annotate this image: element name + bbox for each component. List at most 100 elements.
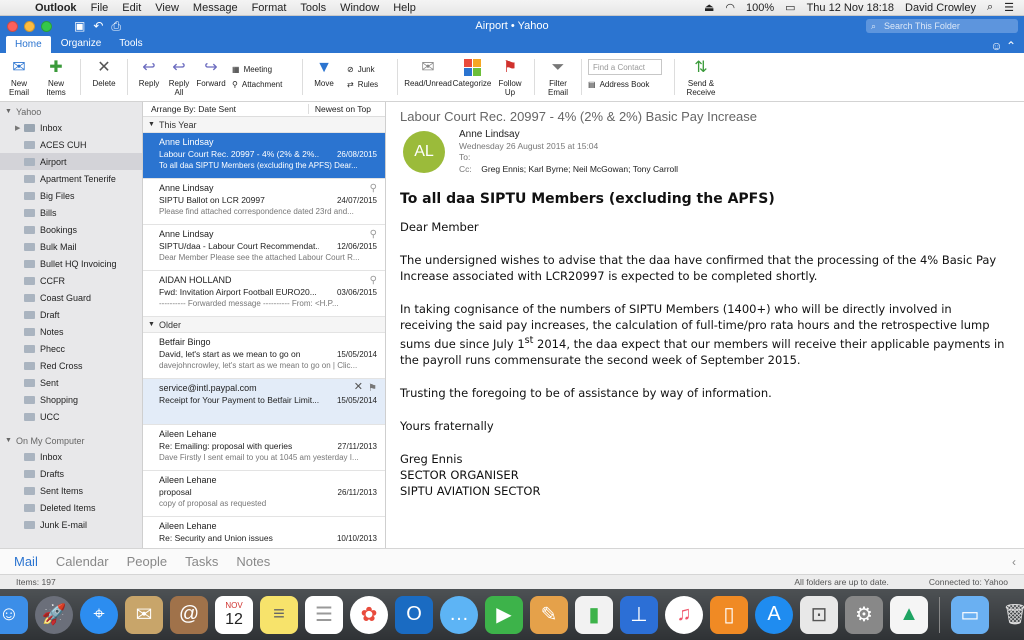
local-folder-drafts[interactable]: Drafts [0, 465, 142, 482]
move-button[interactable]: ▼ Move [309, 53, 339, 101]
safari-icon[interactable]: ⌖ [80, 595, 118, 634]
filter-email-button[interactable]: ⏷ Filter Email [541, 53, 575, 101]
calendar-icon[interactable]: NOV 12 [215, 595, 253, 634]
meeting-button[interactable]: ▦ Meeting [232, 65, 296, 74]
folder-aces-cuh[interactable]: ACES CUH [0, 136, 142, 153]
read-unread-button[interactable]: ✉ Read/Unread [404, 53, 452, 101]
outlook-icon[interactable]: O [395, 595, 433, 634]
launchpad-icon[interactable]: 🚀 [35, 595, 73, 634]
photos-icon[interactable]: ✿ [350, 595, 388, 634]
new-items-button[interactable]: ✚ New Items [38, 53, 74, 101]
numbers-icon[interactable]: ▮ [575, 595, 613, 634]
folder-ucc[interactable]: UCC [0, 408, 142, 425]
folder-draft[interactable]: Draft [0, 306, 142, 323]
wifi-icon[interactable]: ◠ [725, 1, 735, 14]
system-preferences-icon[interactable]: ⚙ [845, 595, 883, 634]
local-folder-deleted-items[interactable]: Deleted Items [0, 499, 142, 516]
preview-icon[interactable]: ⊡ [800, 595, 838, 634]
flag-icon[interactable]: ⚑ [368, 383, 377, 395]
disclosure-triangle-icon[interactable]: ▼ [5, 437, 12, 444]
new-email-button[interactable]: ✉ New Email [0, 53, 38, 101]
message-row[interactable]: ⚲ Anne Lindsay SIPTU/daa - Labour Court … [143, 225, 385, 271]
disclosure-triangle-icon[interactable]: ▼ [148, 321, 155, 328]
mail-stamp-icon[interactable]: ✉ [125, 595, 163, 634]
address-book-button[interactable]: ▤ Address Book [588, 80, 668, 89]
menu-window[interactable]: Window [340, 2, 379, 14]
account-header[interactable]: ▼ Yahoo [0, 102, 142, 119]
rules-button[interactable]: ⇄ Rules [347, 80, 391, 89]
message-row[interactable]: Anne Lindsay Labour Court Rec. 20997 - 4… [143, 133, 385, 179]
nav-people[interactable]: People [127, 554, 167, 569]
messages-icon[interactable]: … [440, 595, 478, 634]
pages-icon[interactable]: ✎ [530, 595, 568, 634]
find-contact-input[interactable]: Find a Contact [588, 59, 662, 75]
feedback-smiley-icon[interactable]: ☺ ⌃ [990, 39, 1024, 53]
disclosure-triangle-icon[interactable]: ▼ [5, 108, 12, 115]
eject-icon[interactable]: ⏏ [704, 1, 714, 14]
menu-clock[interactable]: Thu 12 Nov 18:18 [807, 2, 894, 14]
nav-tasks[interactable]: Tasks [185, 554, 218, 569]
google-drive-icon[interactable]: ▲ [890, 595, 928, 634]
reply-button[interactable]: ↩ Reply [134, 53, 164, 101]
nav-mail[interactable]: Mail [14, 554, 38, 569]
message-row[interactable]: Betfair Bingo David, let's start as we m… [143, 333, 385, 379]
reminders-icon[interactable]: ☰ [305, 595, 343, 634]
folder-bookings[interactable]: Bookings [0, 221, 142, 238]
group-header[interactable]: ▼ This Year [143, 117, 385, 133]
email-sender[interactable]: Anne Lindsay [459, 129, 678, 141]
sort-order-button[interactable]: Newest on Top [307, 104, 385, 114]
local-header[interactable]: ▼ On My Computer [0, 431, 142, 448]
folder-bulk-mail[interactable]: Bulk Mail [0, 238, 142, 255]
message-row[interactable]: Aileen Lehane Re: Emailing: proposal wit… [143, 425, 385, 471]
nav-notes[interactable]: Notes [236, 554, 270, 569]
arrange-by-button[interactable]: Arrange By: Date Sent [151, 104, 236, 114]
send-receive-button[interactable]: ⇅ Send & Receive [681, 53, 721, 101]
tab-home[interactable]: Home [6, 36, 51, 53]
follow-up-button[interactable]: ⚑ Follow Up [492, 53, 528, 101]
ibooks-icon[interactable]: ▯ [710, 595, 748, 634]
contacts-icon[interactable]: @ [170, 595, 208, 634]
message-row[interactable]: Aileen Lehane Re: Security and Union iss… [143, 517, 385, 548]
categorize-button[interactable]: Categorize [452, 53, 492, 101]
attachment-button[interactable]: ⚲ Attachment [232, 80, 296, 89]
list-icon[interactable]: ☰ [1004, 1, 1014, 14]
notes-icon[interactable]: ≡ [260, 595, 298, 634]
local-folder-junk[interactable]: Junk E-mail [0, 516, 142, 533]
facetime-icon[interactable]: ▶ [485, 595, 523, 634]
disclosure-triangle-icon[interactable]: ▼ [148, 121, 155, 128]
collapse-chevron-icon[interactable]: ‹ [1012, 555, 1016, 569]
itunes-icon[interactable]: ♫ [665, 595, 703, 634]
finder-icon[interactable]: ☺ [0, 595, 28, 634]
folder-notes[interactable]: Notes [0, 323, 142, 340]
email-cc-list[interactable]: Greg Ennis; Karl Byrne; Neil McGowan; To… [481, 164, 678, 174]
delete-message-icon[interactable]: ✕ [354, 381, 363, 394]
folder-coast-guard[interactable]: Coast Guard [0, 289, 142, 306]
reply-all-button[interactable]: ↩ Reply All [164, 53, 194, 101]
folder-inbox[interactable]: ▶ Inbox [0, 119, 142, 136]
menu-edit[interactable]: Edit [122, 2, 141, 14]
menu-file[interactable]: File [91, 2, 109, 14]
tab-organize[interactable]: Organize [53, 36, 110, 53]
folder-phecc[interactable]: Phecc [0, 340, 142, 357]
message-row[interactable]: ✕ ⚑ service@intl.paypal.com Receipt for … [143, 379, 385, 425]
battery-percent[interactable]: 100% [746, 2, 774, 14]
folder-bills[interactable]: Bills [0, 204, 142, 221]
message-row[interactable]: Aileen Lehane proposal 26/11/2013 copy of… [143, 471, 385, 517]
menu-tools[interactable]: Tools [300, 2, 326, 14]
menu-help[interactable]: Help [393, 2, 416, 14]
folder-red-cross[interactable]: Red Cross [0, 357, 142, 374]
menu-user[interactable]: David Crowley [905, 2, 976, 14]
message-row[interactable]: ⚲ AIDAN HOLLAND Fwd: Invitation Airport … [143, 271, 385, 317]
group-header[interactable]: ▼ Older [143, 317, 385, 333]
junk-button[interactable]: ⊘ Junk [347, 65, 391, 74]
local-folder-sent-items[interactable]: Sent Items [0, 482, 142, 499]
folder-sent[interactable]: Sent [0, 374, 142, 391]
forward-button[interactable]: ↪ Forward [194, 53, 228, 101]
folder-big-files[interactable]: Big Files [0, 187, 142, 204]
tab-tools[interactable]: Tools [111, 36, 150, 53]
folder-shopping[interactable]: Shopping [0, 391, 142, 408]
folder-apartment-tenerife[interactable]: Apartment Tenerife [0, 170, 142, 187]
menu-app-name[interactable]: Outlook [35, 2, 77, 14]
search-icon[interactable]: ⌕ [987, 1, 993, 14]
keynote-icon[interactable]: ⊥ [620, 595, 658, 634]
